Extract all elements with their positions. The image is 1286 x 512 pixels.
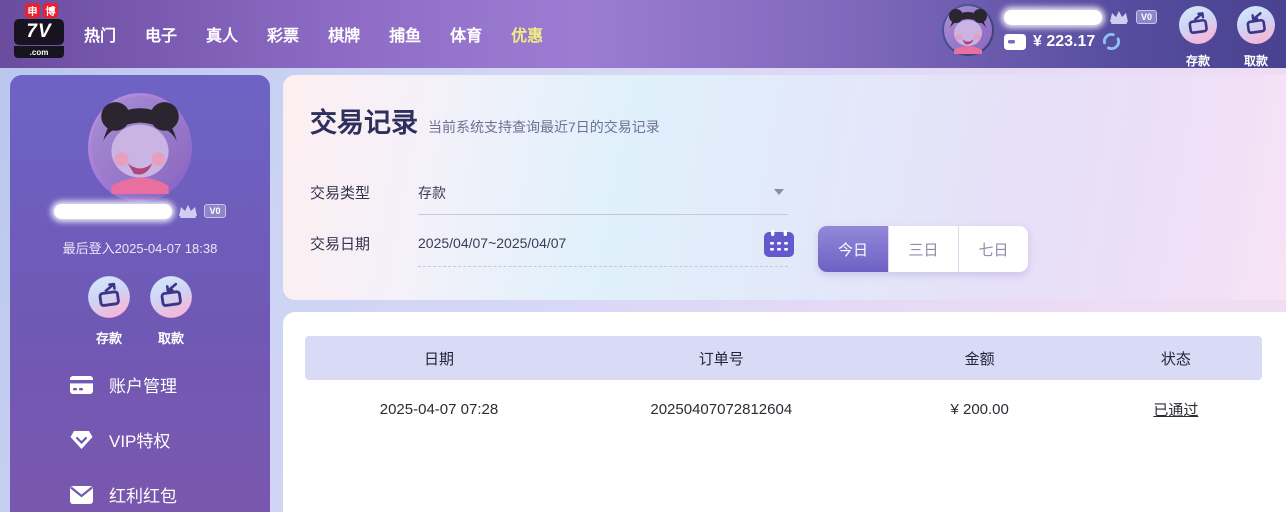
top-navigation-bar: 申 博 7V .com 热门 电子 真人 彩票 棋牌 捕鱼 体育 优惠	[0, 0, 1286, 68]
column-header-status: 状态	[1090, 348, 1262, 369]
sidebar-vip-level-badge: V0	[204, 204, 225, 218]
balance-amount: ¥ 223.17	[1033, 33, 1095, 51]
deposit-icon	[1178, 5, 1218, 45]
nav-item-sports[interactable]: 体育	[450, 22, 482, 46]
vip-level-badge: V0	[1136, 10, 1157, 24]
red-packet-envelope-icon	[70, 486, 93, 504]
transaction-type-select[interactable]: 存款	[418, 183, 788, 203]
sidebar-username-redacted	[54, 204, 172, 219]
chevron-down-icon[interactable]	[774, 189, 784, 195]
sidebar-menu: 账户管理 VIP特权 红利红包	[10, 357, 270, 512]
cell-date: 2025-04-07 07:28	[305, 401, 573, 418]
transaction-date-value: 2025/04/07~2025/04/07	[418, 235, 566, 251]
sidebar-item-label: 红利红包	[109, 482, 177, 507]
logo-badge-left: 申	[25, 3, 40, 18]
table-row: 2025-04-07 07:28 20250407072812604 ¥ 200…	[305, 380, 1262, 438]
transaction-type-label: 交易类型	[310, 182, 418, 203]
avatar-image	[944, 6, 992, 54]
nav-item-fishing[interactable]: 捕鱼	[389, 22, 421, 46]
logo-name: 7V	[14, 19, 64, 45]
header-user-cluster: V0 ¥ 223.17	[942, 4, 1157, 56]
field-divider	[418, 214, 788, 215]
sidebar-item-label: VIP特权	[109, 427, 170, 452]
tab-today[interactable]: 今日	[818, 226, 888, 272]
username-redacted	[1004, 10, 1102, 25]
page-subtitle: 当前系统支持查询最近7日的交易记录	[428, 117, 660, 137]
vip-crown-icon	[1108, 9, 1130, 25]
date-range-tabs: 今日 三日 七日	[818, 226, 1028, 272]
header-withdraw-button[interactable]: 取款	[1232, 5, 1280, 69]
main-nav: 热门 电子 真人 彩票 棋牌 捕鱼 体育 优惠	[84, 0, 543, 68]
sidebar-withdraw-label: 取款	[149, 328, 193, 347]
avatar[interactable]	[942, 4, 994, 56]
calendar-picker-button[interactable]	[764, 230, 794, 262]
sidebar-deposit-button[interactable]: 存款	[87, 275, 131, 347]
sidebar-item-label: 账户管理	[109, 372, 177, 397]
refresh-balance-icon[interactable]	[1102, 32, 1121, 51]
sidebar-vip-crown-icon	[177, 203, 199, 219]
site-logo[interactable]: 申 博 7V .com	[14, 3, 72, 58]
sidebar-item-account[interactable]: 账户管理	[10, 357, 270, 412]
tab-seven-days[interactable]: 七日	[958, 226, 1028, 272]
sidebar-withdraw-button[interactable]: 取款	[149, 275, 193, 347]
vip-gem-icon	[70, 430, 93, 450]
transaction-table: 日期 订单号 金额 状态 2025-04-07 07:28 2025040707…	[305, 336, 1262, 438]
sidebar-item-bonus[interactable]: 红利红包	[10, 467, 270, 512]
nav-item-slots[interactable]: 电子	[145, 22, 177, 46]
nav-item-promo[interactable]: 优惠	[511, 22, 543, 46]
deposit-label: 存款	[1174, 52, 1222, 69]
column-header-order-no: 订单号	[573, 348, 870, 369]
tab-three-days[interactable]: 三日	[888, 226, 958, 272]
transaction-table-panel: 日期 订单号 金额 状态 2025-04-07 07:28 2025040707…	[283, 312, 1286, 512]
nav-item-hot[interactable]: 热门	[84, 22, 116, 46]
nav-item-cards[interactable]: 棋牌	[328, 22, 360, 46]
sidebar-avatar[interactable]	[88, 93, 192, 202]
wallet-icon	[1004, 34, 1026, 50]
transaction-filter-panel: 交易记录 当前系统支持查询最近7日的交易记录 交易类型 存款 交易日期 2025…	[283, 75, 1286, 300]
nav-item-live[interactable]: 真人	[206, 22, 238, 46]
column-header-amount: 金额	[870, 348, 1090, 369]
cell-status[interactable]: 已通过	[1090, 399, 1262, 420]
column-header-date: 日期	[305, 348, 573, 369]
transaction-type-value: 存款	[418, 185, 446, 201]
sidebar-withdraw-icon	[149, 275, 193, 319]
sidebar-item-vip[interactable]: VIP特权	[10, 412, 270, 467]
sidebar-avatar-image	[91, 96, 189, 194]
withdraw-label: 取款	[1232, 52, 1280, 69]
sidebar-deposit-icon	[87, 275, 131, 319]
sidebar: V0 最后登入2025-04-07 18:38 存款 取款	[10, 75, 270, 512]
nav-item-lottery[interactable]: 彩票	[267, 22, 299, 46]
withdraw-icon	[1236, 5, 1276, 45]
table-header-row: 日期 订单号 金额 状态	[305, 336, 1262, 380]
field-divider	[418, 266, 788, 267]
transaction-date-input[interactable]: 2025/04/07~2025/04/07	[418, 235, 788, 253]
calendar-icon	[764, 230, 794, 257]
logo-tld: .com	[14, 46, 64, 58]
last-login-text: 最后登入2025-04-07 18:38	[10, 238, 270, 257]
cell-amount: ¥ 200.00	[870, 401, 1090, 418]
sidebar-deposit-label: 存款	[87, 328, 131, 347]
transaction-date-label: 交易日期	[310, 233, 418, 254]
cell-order-no: 20250407072812604	[573, 401, 870, 418]
header-deposit-button[interactable]: 存款	[1174, 5, 1222, 69]
page-title: 交易记录	[310, 101, 418, 140]
account-card-icon	[70, 376, 93, 394]
logo-badge-right: 博	[43, 3, 58, 18]
